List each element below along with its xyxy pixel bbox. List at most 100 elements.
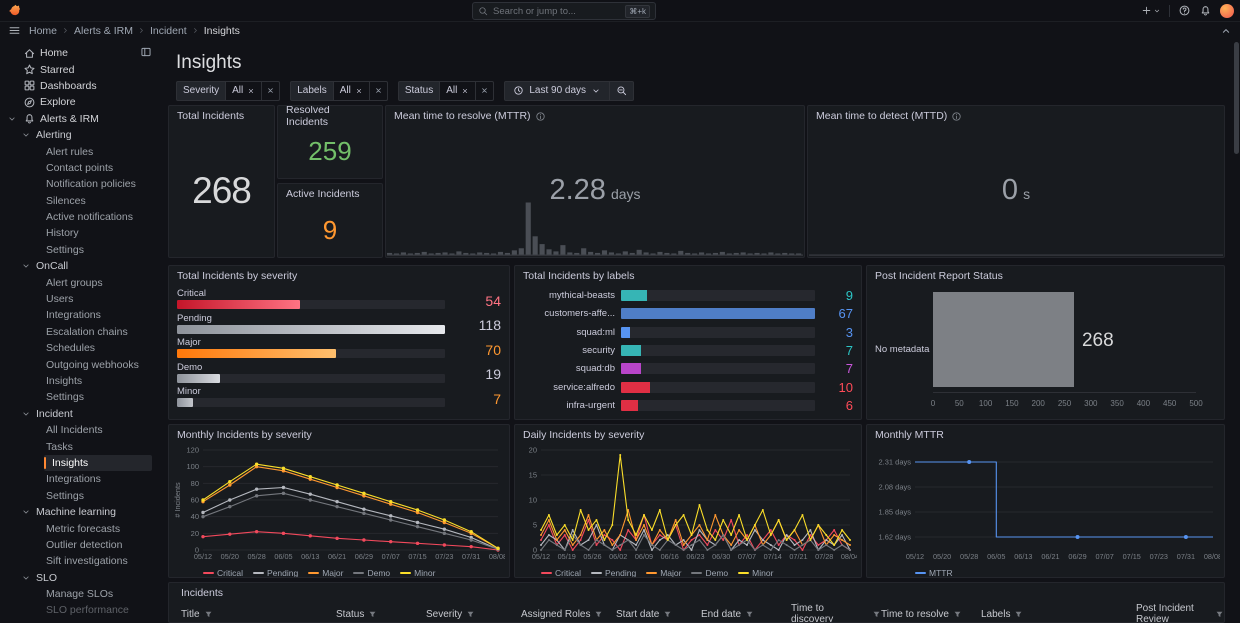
sidebar-item-tasks[interactable]: Tasks — [0, 438, 160, 454]
panel-title[interactable]: Incidents — [169, 583, 1224, 603]
sidebar-item-oncall[interactable]: OnCall — [0, 258, 160, 274]
help-button[interactable] — [1178, 4, 1191, 17]
sidebar-item-history[interactable]: History — [0, 225, 160, 241]
sidebar-item-slo[interactable]: SLO — [0, 570, 160, 586]
sidebar-item-contact-points[interactable]: Contact points — [0, 160, 160, 176]
panel-title[interactable]: Monthly MTTR — [867, 425, 1224, 445]
filter-icon-wrap[interactable] — [594, 610, 603, 619]
sidebar-item-metric-forecasts[interactable]: Metric forecasts — [0, 520, 160, 536]
legend-item-critical[interactable]: Critical — [203, 568, 243, 578]
sidebar-item-dashboards[interactable]: Dashboards — [0, 78, 160, 94]
filter-icon-wrap[interactable] — [745, 610, 754, 619]
filter-icon-wrap[interactable] — [953, 610, 962, 619]
column-header-start-date[interactable]: Start date — [616, 605, 701, 623]
column-header-title[interactable]: Title — [181, 605, 336, 623]
column-header-time-to-resolve[interactable]: Time to resolve — [881, 605, 981, 623]
scrollbar-thumb[interactable] — [1234, 42, 1239, 154]
filter-value-chip[interactable]: All — [226, 81, 262, 101]
labels-bar-chart[interactable]: mythical-beasts9customers-affe...67squad… — [523, 288, 853, 413]
grafana-logo[interactable] — [7, 3, 22, 18]
user-avatar[interactable] — [1220, 4, 1234, 18]
filter-value-chip[interactable]: All — [440, 81, 476, 101]
filter-remove-button[interactable] — [370, 81, 388, 101]
sidebar-item-silences[interactable]: Silences — [0, 193, 160, 209]
sidebar-item-incident[interactable]: Incident — [0, 406, 160, 422]
breadcrumb-item-insights[interactable]: Insights — [204, 25, 240, 37]
legend-item-mttr[interactable]: MTTR — [915, 568, 953, 578]
time-range-picker[interactable]: Last 90 days — [504, 81, 610, 101]
monthly-severity-chart[interactable]: 02040608010012005/1205/2005/2806/0506/13… — [173, 445, 505, 574]
sidebar-item-slo-performance[interactable]: SLO performance — [0, 602, 160, 618]
sidebar-item-integrations[interactable]: Integrations — [0, 307, 160, 323]
legend-item-demo[interactable]: Demo — [691, 568, 728, 578]
filter-icon-wrap[interactable] — [872, 610, 881, 619]
page-scrollbar[interactable] — [1234, 42, 1239, 620]
filter-value-chip[interactable]: All — [334, 81, 370, 101]
filter-icon-wrap[interactable] — [368, 610, 377, 619]
dock-sidebar-button[interactable] — [140, 46, 152, 58]
sidebar-item-alerting[interactable]: Alerting — [0, 127, 160, 143]
sidebar-item-integrations[interactable]: Integrations — [0, 471, 160, 487]
sidebar-item-alert-groups[interactable]: Alert groups — [0, 274, 160, 290]
filter-icon-wrap[interactable] — [204, 610, 213, 619]
sidebar-item-outgoing-webhooks[interactable]: Outgoing webhooks — [0, 356, 160, 372]
zoom-out-button[interactable] — [610, 81, 634, 101]
filter-icon-wrap[interactable] — [1014, 610, 1023, 619]
collapse-searchbar-button[interactable] — [1220, 25, 1232, 37]
column-header-assigned-roles[interactable]: Assigned Roles — [521, 605, 616, 623]
legend-item-major[interactable]: Major — [308, 568, 343, 578]
panel-title[interactable]: Post Incident Report Status — [867, 266, 1224, 286]
notifications-button[interactable] — [1199, 4, 1212, 17]
sidebar-item-active-notifications[interactable]: Active notifications — [0, 209, 160, 225]
sidebar-item-starred[interactable]: Starred — [0, 61, 160, 77]
sidebar-item-manage-slos[interactable]: Manage SLOs — [0, 586, 160, 602]
filter-icon-wrap[interactable] — [663, 610, 672, 619]
filter-icon-wrap[interactable] — [466, 610, 475, 619]
panel-title[interactable]: Active Incidents — [278, 184, 382, 204]
column-header-severity[interactable]: Severity — [426, 605, 521, 623]
sidebar-item-sift-investigations[interactable]: Sift investigations — [0, 553, 160, 569]
report-status-chart[interactable]: No metadata26805010015020025030035040045… — [875, 286, 1216, 413]
panel-title[interactable]: Total Incidents by labels — [515, 266, 861, 286]
sidebar-item-insights[interactable]: Insights — [44, 455, 152, 471]
filter-remove-button[interactable] — [262, 81, 280, 101]
sidebar-item-settings[interactable]: Settings — [0, 488, 160, 504]
sidebar-item-home[interactable]: Home — [0, 45, 160, 61]
sidebar-item-alerts-irm[interactable]: Alerts & IRM — [0, 111, 160, 127]
sidebar-item-notification-policies[interactable]: Notification policies — [0, 176, 160, 192]
breadcrumb-item-incident[interactable]: Incident — [150, 25, 187, 37]
filter-icon-wrap[interactable] — [1215, 610, 1224, 619]
column-header-post-incident-review[interactable]: Post Incident Review — [1136, 605, 1224, 623]
monthly-mttr-chart[interactable]: 1.62 days1.85 days2.08 days2.31 days05/1… — [871, 445, 1220, 574]
sidebar-item-all-incidents[interactable]: All Incidents — [0, 422, 160, 438]
panel-title[interactable]: Total Incidents by severity — [169, 266, 509, 286]
column-header-labels[interactable]: Labels — [981, 605, 1136, 623]
sidebar-item-insights[interactable]: Insights — [0, 373, 160, 389]
menu-toggle-button[interactable] — [8, 24, 21, 37]
panel-title[interactable]: Mean time to resolve (MTTR) — [386, 106, 804, 126]
panel-title[interactable]: Daily Incidents by severity — [515, 425, 861, 445]
legend-item-demo[interactable]: Demo — [353, 568, 390, 578]
sidebar-item-users[interactable]: Users — [0, 291, 160, 307]
sidebar-item-settings[interactable]: Settings — [0, 242, 160, 258]
sidebar-item-settings[interactable]: Settings — [0, 389, 160, 405]
sidebar-item-alert-rules[interactable]: Alert rules — [0, 143, 160, 159]
legend-item-major[interactable]: Major — [646, 568, 681, 578]
column-header-time-to-discovery[interactable]: Time to discovery — [791, 605, 881, 623]
legend-item-pending[interactable]: Pending — [591, 568, 636, 578]
panel-title[interactable]: Total Incidents — [169, 106, 274, 126]
sidebar-item-machine-learning[interactable]: Machine learning — [0, 504, 160, 520]
panel-title[interactable]: Resolved Incidents — [278, 106, 382, 126]
search-input[interactable]: Search or jump to... ⌘+k — [472, 2, 656, 20]
legend-item-minor[interactable]: Minor — [400, 568, 435, 578]
legend-item-pending[interactable]: Pending — [253, 568, 298, 578]
breadcrumb-item-home[interactable]: Home — [29, 25, 57, 37]
filter-remove-button[interactable] — [476, 81, 494, 101]
sidebar-item-escalation-chains[interactable]: Escalation chains — [0, 324, 160, 340]
legend-item-critical[interactable]: Critical — [541, 568, 581, 578]
column-header-end-date[interactable]: End date — [701, 605, 791, 623]
new-menu-button[interactable] — [1141, 5, 1161, 16]
daily-severity-chart[interactable]: 0510152005/1205/1905/2606/0206/0906/1606… — [519, 445, 857, 574]
panel-title[interactable]: Mean time to detect (MTTD) — [808, 106, 1224, 126]
column-header-status[interactable]: Status — [336, 605, 426, 623]
